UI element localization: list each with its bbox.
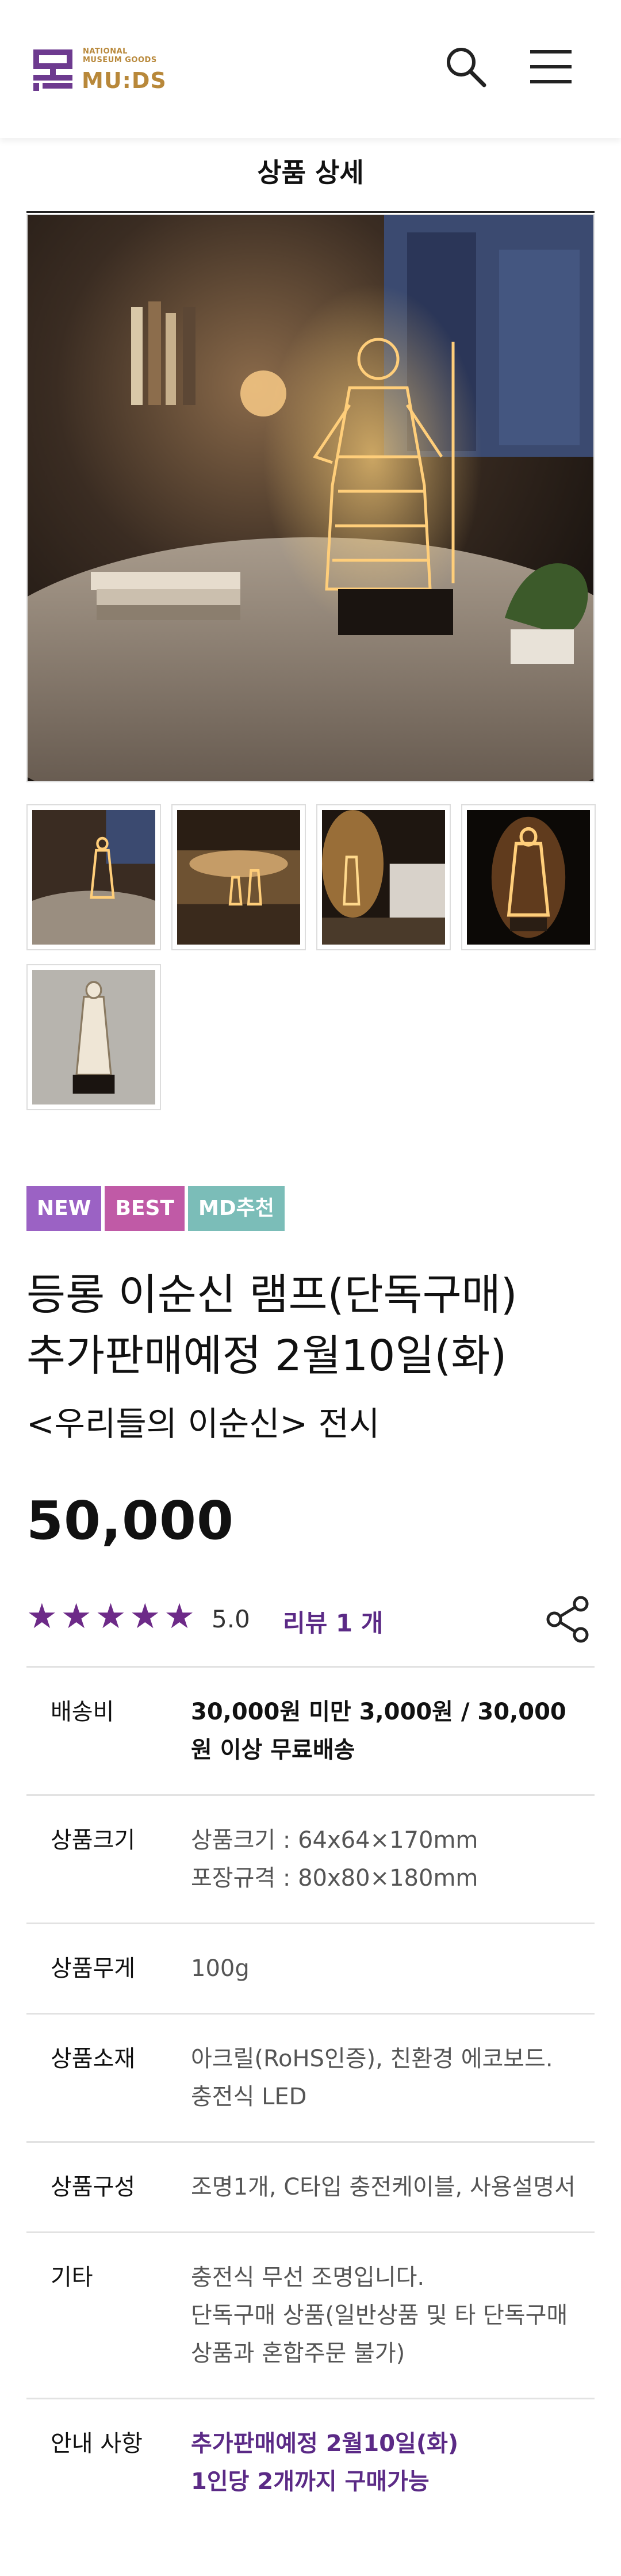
site-header: NATIONAL MUSEUM GOODS MU:DS [0,0,621,138]
share-icon [546,1596,589,1643]
info-row-size: 상품크기 상품크기 : 64x64×170mm 포장규격 : 80x80×180… [26,1794,595,1923]
info-value: 100g [191,1955,250,1982]
thumbnail-2[interactable] [171,804,306,950]
thumbnail-3[interactable] [316,804,451,950]
thumbnail-image [177,810,300,945]
product-price: 50,000 [26,1490,235,1551]
menu-button[interactable] [524,40,577,93]
info-label: 상품구성 [51,2174,136,2200]
thumbnail-5[interactable] [26,964,161,1110]
thumbnail-image [467,810,590,945]
badge-best: BEST [105,1186,185,1231]
badge-new: NEW [26,1186,102,1231]
share-button[interactable] [543,1593,595,1645]
product-title-line2: 추가판매예정 2월10일(화) [26,1331,507,1381]
thumbnail-image [32,810,155,945]
logo-subtitle: NATIONAL MUSEUM GOODS [83,47,157,64]
info-label: 기타 [51,2264,93,2291]
logo-mark-icon [33,49,72,91]
info-value: 아크릴(RoHS인증), 친환경 에코보드. 충전식 LED [191,2046,553,2110]
info-value: 상품크기 : 64x64×170mm 포장규격 : 80x80×180mm [191,1827,478,1891]
product-title: 등롱 이순신 램프(단독구매) 추가판매예정 2월10일(화) [26,1264,601,1386]
info-row-weight: 상품무게 100g [26,1923,595,2013]
thumbnail-image [32,970,155,1104]
product-photo [28,215,593,781]
info-value: 충전식 무선 조명입니다. 단독구매 상품(일반상품 및 타 단독구매상품과 혼… [191,2264,568,2367]
info-row-shipping: 배송비 30,000원 미만 3,000원 / 30,000원 이상 무료배송 [26,1666,595,1794]
info-label: 상품크기 [51,1827,136,1853]
muds-logo[interactable]: NATIONAL MUSEUM GOODS MU:DS [31,44,169,95]
main-product-image[interactable] [26,214,595,782]
search-button[interactable] [439,40,492,93]
star-rating-icon: ★★★★★ [26,1596,198,1637]
page-section-title: 상품 상세 [26,152,595,213]
info-label: 배송비 [51,1699,114,1725]
info-label: 상품무게 [51,1955,136,1982]
thumbnail-1[interactable] [26,804,161,950]
product-info-table: 배송비 30,000원 미만 3,000원 / 30,000원 이상 무료배송 … [26,1666,595,2526]
info-label: 안내 사항 [51,2430,143,2457]
thumbnail-image [322,810,445,945]
hamburger-menu-icon [530,50,572,83]
info-value: 조명1개, C타입 충전케이블, 사용설명서 [191,2174,576,2200]
rating-score: 5.0 [212,1605,250,1633]
thumbnail-4[interactable] [461,804,596,950]
info-row-notice: 안내 사항 추가판매예정 2월10일(화) 1인당 2개까지 구매가능 [26,2398,595,2526]
badge-md-pick: MD추천 [187,1186,285,1231]
info-row-other: 기타 충전식 무선 조명입니다. 단독구매 상품(일반상품 및 타 단독구매상품… [26,2231,595,2398]
review-count-link[interactable]: 리뷰 1 개 [283,1604,383,1639]
search-icon [447,48,486,87]
info-label: 상품소재 [51,2046,136,2072]
logo-wordmark: MU:DS [82,68,167,93]
rating-row: ★★★★★ 5.0 리뷰 1 개 [26,1588,595,1645]
product-title-line1: 등롱 이순신 램프(단독구매) [26,1270,518,1320]
product-subtitle: <우리들의 이순신> 전시 [26,1404,380,1443]
product-badges: NEW BEST MD추천 [26,1186,285,1231]
info-row-components: 상품구성 조명1개, C타입 충전케이블, 사용설명서 [26,2141,595,2231]
info-row-material: 상품소재 아크릴(RoHS인증), 친환경 에코보드. 충전식 LED [26,2013,595,2141]
info-value: 추가판매예정 2월10일(화) 1인당 2개까지 구매가능 [191,2430,459,2495]
info-value: 30,000원 미만 3,000원 / 30,000원 이상 무료배송 [191,1699,566,1763]
